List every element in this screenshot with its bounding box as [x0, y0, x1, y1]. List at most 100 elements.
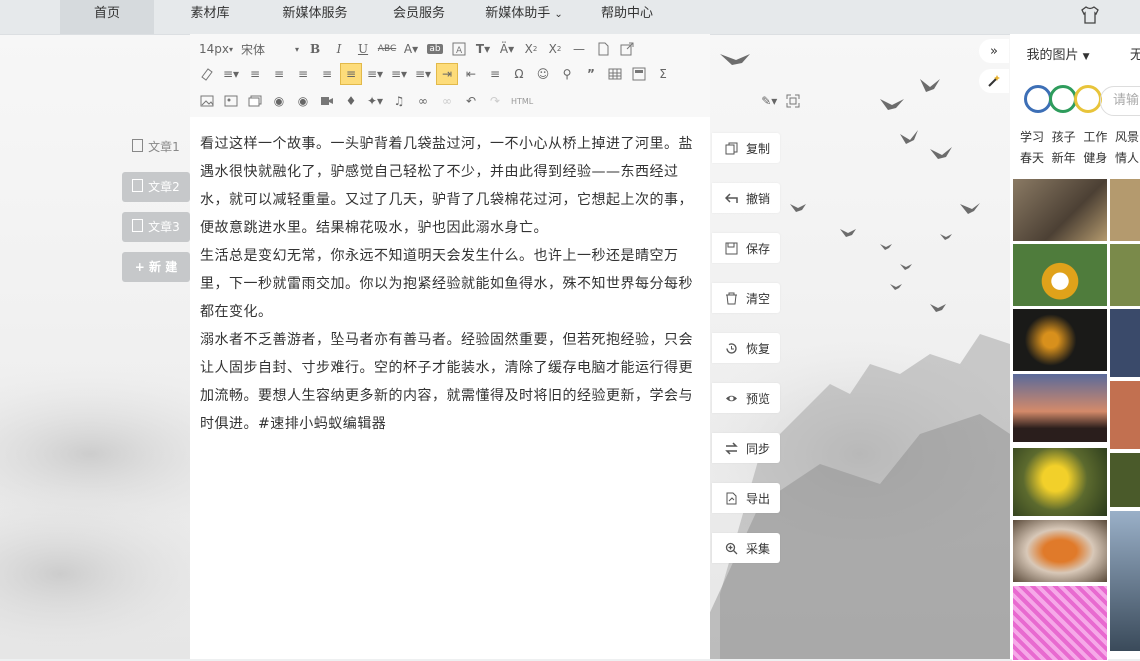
undo-icon[interactable]: ↶: [460, 90, 482, 112]
new-doc-button[interactable]: + 新 建: [122, 252, 190, 282]
omega-icon[interactable]: Ω: [508, 63, 530, 85]
unlink-icon[interactable]: ∞: [436, 90, 458, 112]
horizontal-rule-icon[interactable]: —: [568, 38, 590, 60]
html-source-button[interactable]: HTML: [508, 90, 536, 112]
superscript-icon[interactable]: X2: [520, 38, 542, 60]
nav-new-media-assistant[interactable]: 新媒体助手 ⌄: [478, 0, 570, 34]
thumbnail-toilet-flowers[interactable]: [1012, 243, 1108, 307]
editor-content[interactable]: 看过这样一个故事。一头驴背着几袋盐过河，一不小心从桥上掉进了河里。盐遇水很快就融…: [190, 117, 710, 438]
font-color-icon[interactable]: A▾: [400, 38, 422, 60]
external-edit-icon[interactable]: [616, 38, 638, 60]
image-search-input[interactable]: 请输: [1100, 86, 1140, 116]
keyword-tag[interactable]: 孩子: [1052, 130, 1076, 144]
music-icon[interactable]: ♫: [388, 90, 410, 112]
thumbnail-partial[interactable]: [1109, 510, 1140, 652]
thumbnail-partial[interactable]: [1109, 308, 1140, 378]
tab-my-images[interactable]: 我的图片 ▼: [1010, 38, 1106, 76]
thumbnail-partial[interactable]: [1109, 178, 1140, 242]
sync-button[interactable]: 同步: [712, 433, 780, 463]
edit-note-icon[interactable]: ✎▾: [758, 90, 780, 112]
magic-wand-icon[interactable]: ✦▾: [364, 90, 386, 112]
italic-icon[interactable]: I: [328, 38, 350, 60]
editor-area[interactable]: 看过这样一个故事。一头驴背着几袋盐过河，一不小心从桥上掉进了河里。盐遇水很快就融…: [190, 117, 710, 659]
doc-tab-1[interactable]: 文章1: [122, 132, 190, 162]
collapse-panel-button[interactable]: »: [979, 39, 1009, 63]
redo-icon[interactable]: ↷: [484, 90, 506, 112]
sigma-icon[interactable]: Σ: [652, 63, 674, 85]
indent-icon[interactable]: ≡: [244, 63, 266, 85]
font-size-select[interactable]: 14px ▾: [196, 38, 236, 60]
paragraph-spacing-top-icon[interactable]: ≡▾: [388, 63, 410, 85]
palette-icon[interactable]: ◉: [268, 90, 290, 112]
table-icon[interactable]: [604, 63, 626, 85]
badge-icon[interactable]: ◉: [292, 90, 314, 112]
tshirt-icon[interactable]: [1080, 6, 1100, 24]
paragraph[interactable]: 生活总是变幻无常，你永远不知道明天会发生什么。也许上一秒还是晴空万里，下一秒就雷…: [200, 242, 700, 326]
text-direction-ltr-icon[interactable]: ⇥: [436, 63, 458, 85]
thumbnail-donkey[interactable]: [1012, 178, 1108, 242]
doc-tab-3[interactable]: 文章3: [122, 212, 190, 242]
collect-button[interactable]: 采集: [712, 533, 780, 563]
thumbnail-partial[interactable]: [1109, 243, 1140, 307]
align-right-icon[interactable]: ≡: [316, 63, 338, 85]
image-icon[interactable]: [196, 90, 218, 112]
nav-materials[interactable]: 素材库: [170, 0, 250, 34]
tab-other[interactable]: 无: [1130, 38, 1140, 74]
multi-image-icon[interactable]: [220, 90, 242, 112]
strikethrough-icon[interactable]: ABC: [376, 38, 398, 60]
nav-help-center[interactable]: 帮助中心: [590, 0, 664, 34]
link-icon[interactable]: ∞: [412, 90, 434, 112]
nav-new-media-service[interactable]: 新媒体服务: [270, 0, 360, 34]
thumbnail-pink-pattern[interactable]: [1012, 585, 1108, 661]
paragraph[interactable]: 看过这样一个故事。一头驴背着几袋盐过河，一不小心从桥上掉进了河里。盐遇水很快就融…: [200, 130, 700, 242]
magic-wand-button[interactable]: [979, 69, 1009, 93]
font-effect-icon[interactable]: Ä▾: [496, 38, 518, 60]
copy-button[interactable]: 复制: [712, 133, 780, 163]
fullscreen-icon[interactable]: [782, 90, 804, 112]
new-page-icon[interactable]: [592, 38, 614, 60]
template-icon[interactable]: [628, 63, 650, 85]
text-style-icon[interactable]: T▾: [472, 38, 494, 60]
thumbnail-bread[interactable]: [1012, 519, 1108, 583]
cco-logo[interactable]: [1024, 85, 1102, 113]
keyword-tag[interactable]: 情人: [1115, 151, 1139, 165]
save-button[interactable]: 保存: [712, 233, 780, 263]
underline-icon[interactable]: U: [352, 38, 374, 60]
video-icon[interactable]: [316, 90, 338, 112]
doc-tab-2[interactable]: 文章2: [122, 172, 190, 202]
thumbnail-orange-flowers[interactable]: [1012, 308, 1108, 372]
align-justify-icon[interactable]: ≡: [340, 63, 362, 85]
outdent-icon[interactable]: ≡▾: [364, 63, 386, 85]
thumbnail-daffodils[interactable]: [1012, 447, 1108, 517]
export-button[interactable]: 导出: [712, 483, 780, 513]
thumbnail-partial[interactable]: [1109, 380, 1140, 450]
keyword-tag[interactable]: 春天: [1020, 151, 1044, 165]
find-replace-icon[interactable]: ⚲: [556, 63, 578, 85]
keyword-tag[interactable]: 学习: [1020, 130, 1044, 144]
keyword-tag[interactable]: 健身: [1083, 151, 1107, 165]
restore-button[interactable]: 恢复: [712, 333, 780, 363]
highlight-color-icon[interactable]: ab: [424, 38, 446, 60]
undo-button[interactable]: 撤销: [712, 183, 780, 213]
clear-button[interactable]: 清空: [712, 283, 780, 313]
emoji-icon[interactable]: ☺: [532, 63, 554, 85]
format-clear-icon[interactable]: A: [448, 38, 470, 60]
slideshow-icon[interactable]: [244, 90, 266, 112]
preview-button[interactable]: 预览: [712, 383, 780, 413]
keyword-tag[interactable]: 新年: [1052, 151, 1076, 165]
font-family-select[interactable]: 宋体 ▾: [238, 38, 302, 60]
thumbnail-sunset-trees[interactable]: [1012, 373, 1108, 443]
text-direction-rtl-icon[interactable]: ⇤: [460, 63, 482, 85]
stamp-icon[interactable]: ♦: [340, 90, 362, 112]
eraser-icon[interactable]: [196, 63, 218, 85]
subscript-icon[interactable]: X2: [544, 38, 566, 60]
quote-icon[interactable]: ”: [580, 63, 602, 85]
keyword-tag[interactable]: 工作: [1083, 130, 1107, 144]
bold-icon[interactable]: B: [304, 38, 326, 60]
format-painter-icon[interactable]: ≡: [484, 63, 506, 85]
thumbnail-partial[interactable]: [1109, 452, 1140, 508]
nav-home[interactable]: 首页: [60, 0, 154, 34]
align-left-icon[interactable]: ≡: [268, 63, 290, 85]
line-spacing-icon[interactable]: ≡▾: [220, 63, 242, 85]
paragraph-spacing-bottom-icon[interactable]: ≡▾: [412, 63, 434, 85]
